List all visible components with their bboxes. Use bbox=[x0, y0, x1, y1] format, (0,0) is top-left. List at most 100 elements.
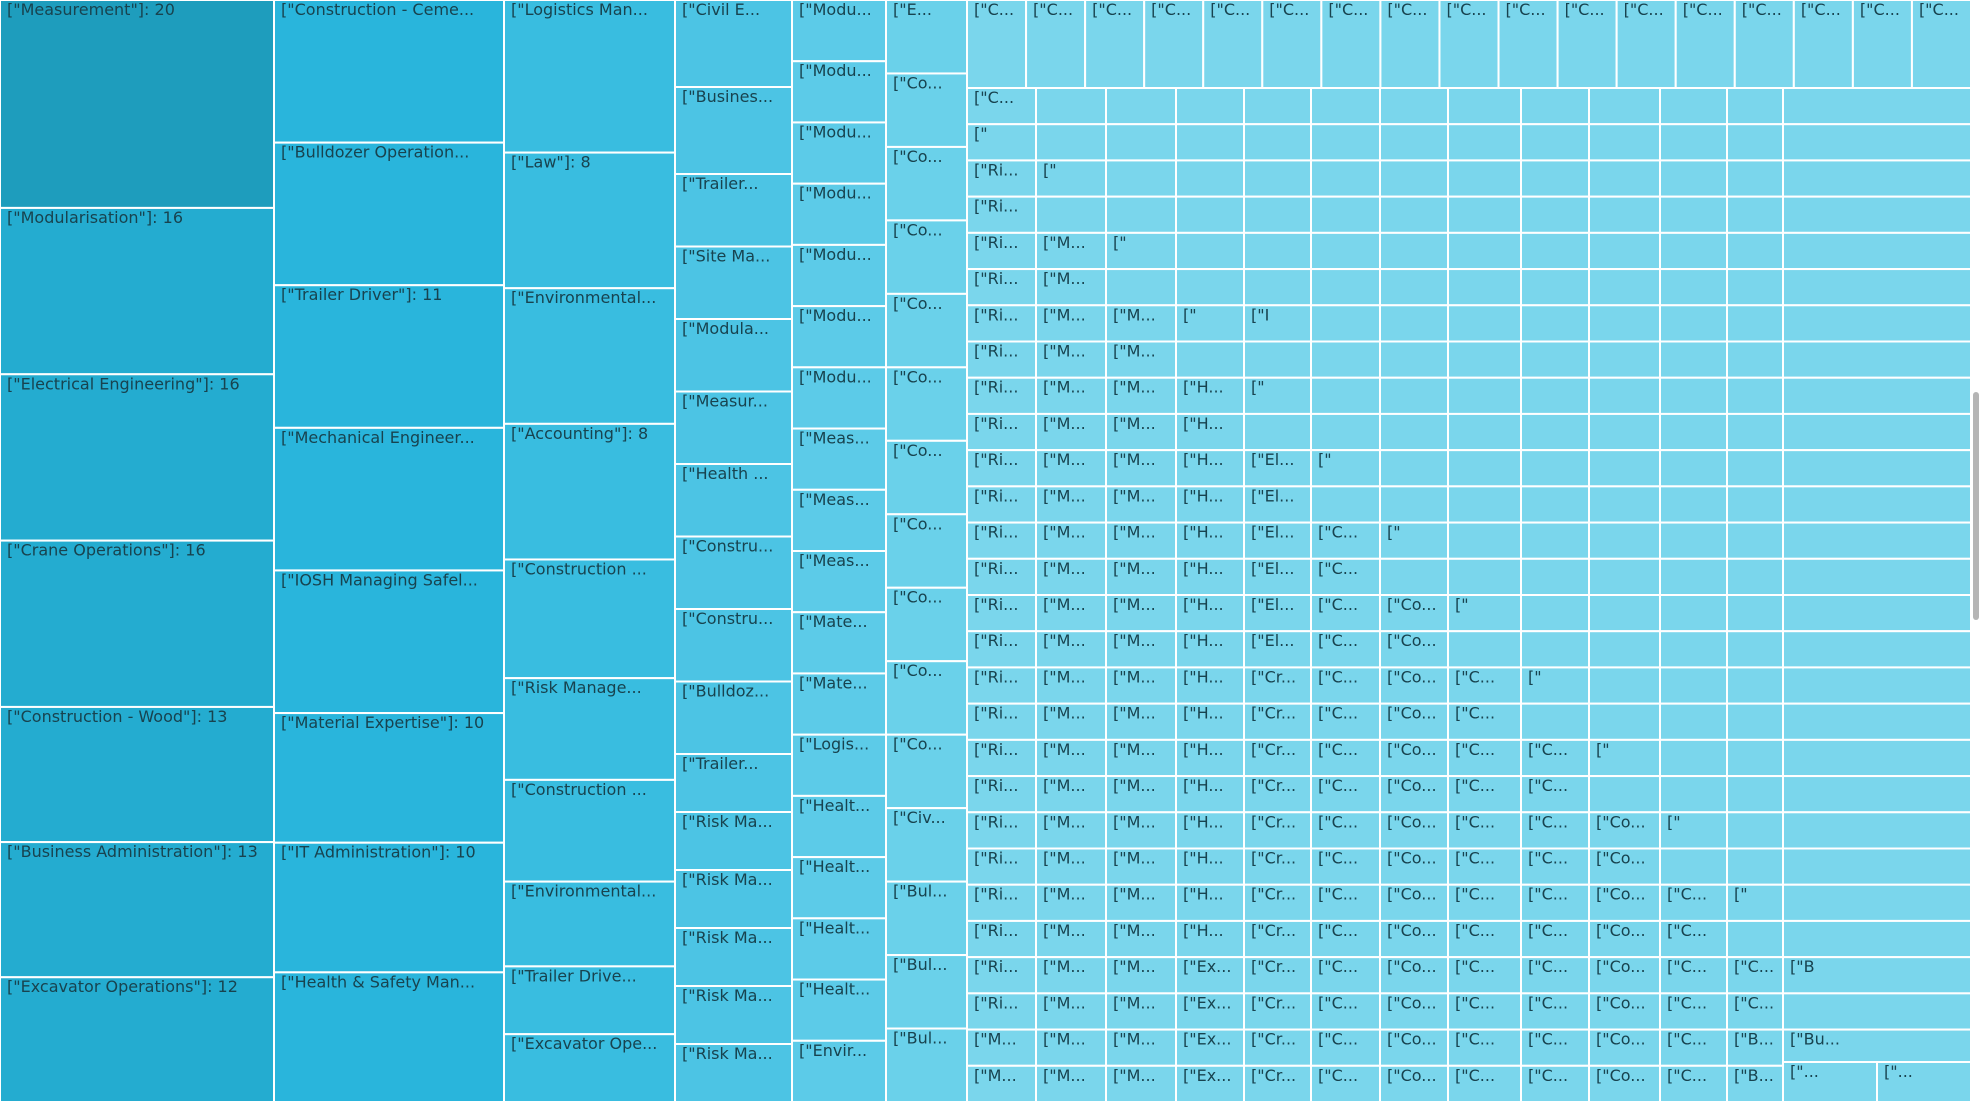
treemap-cell-c2-8[interactable]: ["Trailer Drive... bbox=[503, 965, 676, 1036]
treemap-cell-r0-c6[interactable] bbox=[1379, 87, 1449, 126]
treemap-cell-r27-c2[interactable]: ["M... bbox=[1105, 1064, 1177, 1102]
treemap-cell-r17-c9[interactable] bbox=[1588, 702, 1661, 741]
treemap-cell-r18-c2[interactable]: ["M... bbox=[1105, 738, 1177, 778]
treemap-cell-r11-c9[interactable] bbox=[1588, 485, 1661, 524]
treemap-cell-r18-c12[interactable] bbox=[1782, 738, 1971, 778]
treemap-cell-r26-c8[interactable]: ["C... bbox=[1520, 1028, 1590, 1067]
treemap-cell-r0-c5[interactable] bbox=[1310, 87, 1381, 126]
treemap-cell-c1-0[interactable]: ["Construction - Ceme... bbox=[273, 0, 505, 144]
treemap-cell-r11-c8[interactable] bbox=[1520, 485, 1590, 524]
treemap-cell-r23-c4[interactable]: ["Cr... bbox=[1243, 919, 1312, 959]
treemap-cell-r19-c11[interactable] bbox=[1726, 775, 1784, 814]
treemap-cell-r16-c3[interactable]: ["H... bbox=[1175, 666, 1245, 705]
treemap-cell-r20-c12[interactable] bbox=[1782, 811, 1971, 850]
treemap-cell-r19-c12[interactable] bbox=[1782, 775, 1971, 814]
treemap-cell-r1-c6[interactable] bbox=[1379, 123, 1449, 162]
treemap-cell-r25-c0[interactable]: ["Ri... bbox=[966, 992, 1037, 1031]
treemap-cell-r26-c6[interactable]: ["Co... bbox=[1379, 1028, 1449, 1067]
treemap-cell-c4-5[interactable]: ["Modu... bbox=[791, 305, 887, 369]
treemap-cell-c2-1[interactable]: ["Law"]: 8 bbox=[503, 151, 676, 290]
treemap-cell-r10-c9[interactable] bbox=[1588, 449, 1661, 488]
treemap-cell-top-9[interactable]: ["C... bbox=[1497, 0, 1559, 89]
treemap-cell-c0-6[interactable]: ["Excavator Operations"]: 12 bbox=[0, 976, 275, 1102]
treemap-cell-r10-c4[interactable]: ["El... bbox=[1243, 449, 1312, 488]
treemap-cell-r22-c2[interactable]: ["M... bbox=[1105, 883, 1177, 922]
treemap-cell-r2-c2[interactable] bbox=[1105, 159, 1177, 198]
treemap-cell-r17-c2[interactable]: ["M... bbox=[1105, 702, 1177, 741]
treemap-cell-r15-c5[interactable]: ["C... bbox=[1310, 630, 1381, 669]
treemap-cell-r25-c2[interactable]: ["M... bbox=[1105, 992, 1177, 1031]
treemap-cell-r0-c2[interactable] bbox=[1105, 87, 1177, 126]
treemap-cell-r17-c10[interactable] bbox=[1659, 702, 1728, 741]
treemap-cell-c5-7[interactable]: ["Co... bbox=[885, 513, 968, 589]
treemap-cell-r4-c3[interactable] bbox=[1175, 231, 1245, 271]
treemap-cell-r14-c9[interactable] bbox=[1588, 594, 1661, 633]
treemap-cell-r2-c1[interactable]: [" bbox=[1035, 159, 1107, 198]
treemap-cell-r19-c6[interactable]: ["Co... bbox=[1379, 775, 1449, 814]
treemap-cell-r17-c8[interactable] bbox=[1520, 702, 1590, 741]
treemap-cell-r17-c0[interactable]: ["Ri... bbox=[966, 702, 1037, 741]
treemap-cell-r14-c7[interactable]: [" bbox=[1447, 594, 1522, 633]
treemap-cell-r13-c8[interactable] bbox=[1520, 557, 1590, 596]
treemap-cell-r18-c6[interactable]: ["Co... bbox=[1379, 738, 1449, 778]
treemap-cell-c3-4[interactable]: ["Modula... bbox=[674, 318, 793, 393]
treemap-cell-r19-c1[interactable]: ["M... bbox=[1035, 775, 1107, 814]
treemap-cell-r3-c12[interactable] bbox=[1782, 195, 1971, 234]
treemap-cell-r25-c7[interactable]: ["C... bbox=[1447, 992, 1522, 1031]
treemap-cell-r16-c0[interactable]: ["Ri... bbox=[966, 666, 1037, 705]
treemap-cell-top-11[interactable]: ["C... bbox=[1615, 0, 1677, 89]
treemap-cell-r1-c0[interactable]: [" bbox=[966, 123, 1037, 162]
treemap-cell-r24-c1[interactable]: ["M... bbox=[1035, 956, 1107, 995]
treemap-cell-r24-c12[interactable]: ["B bbox=[1782, 956, 1971, 995]
treemap-cell-r27-c10[interactable]: ["C... bbox=[1659, 1064, 1728, 1102]
treemap-cell-r27-c5[interactable]: ["C... bbox=[1310, 1064, 1381, 1102]
treemap-cell-c0-4[interactable]: ["Construction - Wood"]: 13 bbox=[0, 705, 275, 844]
treemap-cell-r0-c0[interactable]: ["C... bbox=[966, 87, 1037, 126]
treemap-cell-c4-10[interactable]: ["Mate... bbox=[791, 611, 887, 675]
treemap-cell-r7-c6[interactable] bbox=[1379, 340, 1449, 379]
treemap-cell-r24-c4[interactable]: ["Cr... bbox=[1243, 956, 1312, 995]
treemap-cell-top-10[interactable]: ["C... bbox=[1556, 0, 1618, 89]
treemap-cell-r23-c2[interactable]: ["M... bbox=[1105, 919, 1177, 959]
treemap-cell-r18-c4[interactable]: ["Cr... bbox=[1243, 738, 1312, 778]
treemap-cell-r18-c11[interactable] bbox=[1726, 738, 1784, 778]
treemap-cell-r18-c8[interactable]: ["C... bbox=[1520, 738, 1590, 778]
treemap-cell-r9-c2[interactable]: ["M... bbox=[1105, 412, 1177, 452]
treemap-cell-r8-c3[interactable]: ["H... bbox=[1175, 376, 1245, 415]
treemap-cell-r9-c7[interactable] bbox=[1447, 412, 1522, 452]
treemap-cell-r27-c8[interactable]: ["C... bbox=[1520, 1064, 1590, 1102]
treemap-cell-r2-c12[interactable] bbox=[1782, 159, 1971, 198]
treemap-cell-r14-c8[interactable] bbox=[1520, 594, 1590, 633]
treemap-cell-r22-c9[interactable]: ["Co... bbox=[1588, 883, 1661, 922]
treemap-cell-r10-c7[interactable] bbox=[1447, 449, 1522, 488]
treemap-cell-r13-c4[interactable]: ["El... bbox=[1243, 557, 1312, 596]
treemap-cell-r27-c1[interactable]: ["M... bbox=[1035, 1064, 1107, 1102]
treemap-cell-r0-c10[interactable] bbox=[1659, 87, 1728, 126]
treemap-cell-c5-3[interactable]: ["Co... bbox=[885, 219, 968, 295]
treemap-cell-r0-c8[interactable] bbox=[1520, 87, 1590, 126]
treemap-cell-c5-14[interactable]: ["Bul... bbox=[885, 1027, 968, 1102]
treemap-cell-r0-c7[interactable] bbox=[1447, 87, 1522, 126]
treemap-cell-top-15[interactable]: ["C... bbox=[1851, 0, 1913, 89]
treemap-cell-c5-2[interactable]: ["Co... bbox=[885, 145, 968, 222]
treemap-cell-r27-c0[interactable]: ["M... bbox=[966, 1064, 1037, 1102]
treemap-cell-r22-c5[interactable]: ["C... bbox=[1310, 883, 1381, 922]
treemap-cell-c5-1[interactable]: ["Co... bbox=[885, 72, 968, 148]
treemap-cell-r22-c8[interactable]: ["C... bbox=[1520, 883, 1590, 922]
treemap-cell-r3-c1[interactable] bbox=[1035, 195, 1107, 234]
treemap-cell-r5-c4[interactable] bbox=[1243, 268, 1312, 307]
treemap-cell-r15-c11[interactable] bbox=[1726, 630, 1784, 669]
treemap-cell-r19-c5[interactable]: ["C... bbox=[1310, 775, 1381, 814]
treemap-cell-r19-c10[interactable] bbox=[1659, 775, 1728, 814]
treemap-cell-r4-c10[interactable] bbox=[1659, 231, 1728, 271]
treemap-cell-top-1[interactable]: ["C... bbox=[1025, 0, 1087, 89]
treemap-cell-r5-c1[interactable]: ["M... bbox=[1035, 268, 1107, 307]
treemap-cell-r6-c3[interactable]: [" bbox=[1175, 304, 1245, 343]
treemap-cell-tail-0[interactable]: ["... bbox=[1782, 1061, 1878, 1102]
treemap-cell-r6-c2[interactable]: ["M... bbox=[1105, 304, 1177, 343]
treemap-cell-c5-11[interactable]: ["Civ... bbox=[885, 807, 968, 883]
treemap-cell-r23-c12[interactable] bbox=[1782, 919, 1971, 959]
treemap-cell-r26-c10[interactable]: ["C... bbox=[1659, 1028, 1728, 1067]
treemap-cell-r18-c7[interactable]: ["C... bbox=[1447, 738, 1522, 778]
treemap-cell-r20-c0[interactable]: ["Ri... bbox=[966, 811, 1037, 850]
